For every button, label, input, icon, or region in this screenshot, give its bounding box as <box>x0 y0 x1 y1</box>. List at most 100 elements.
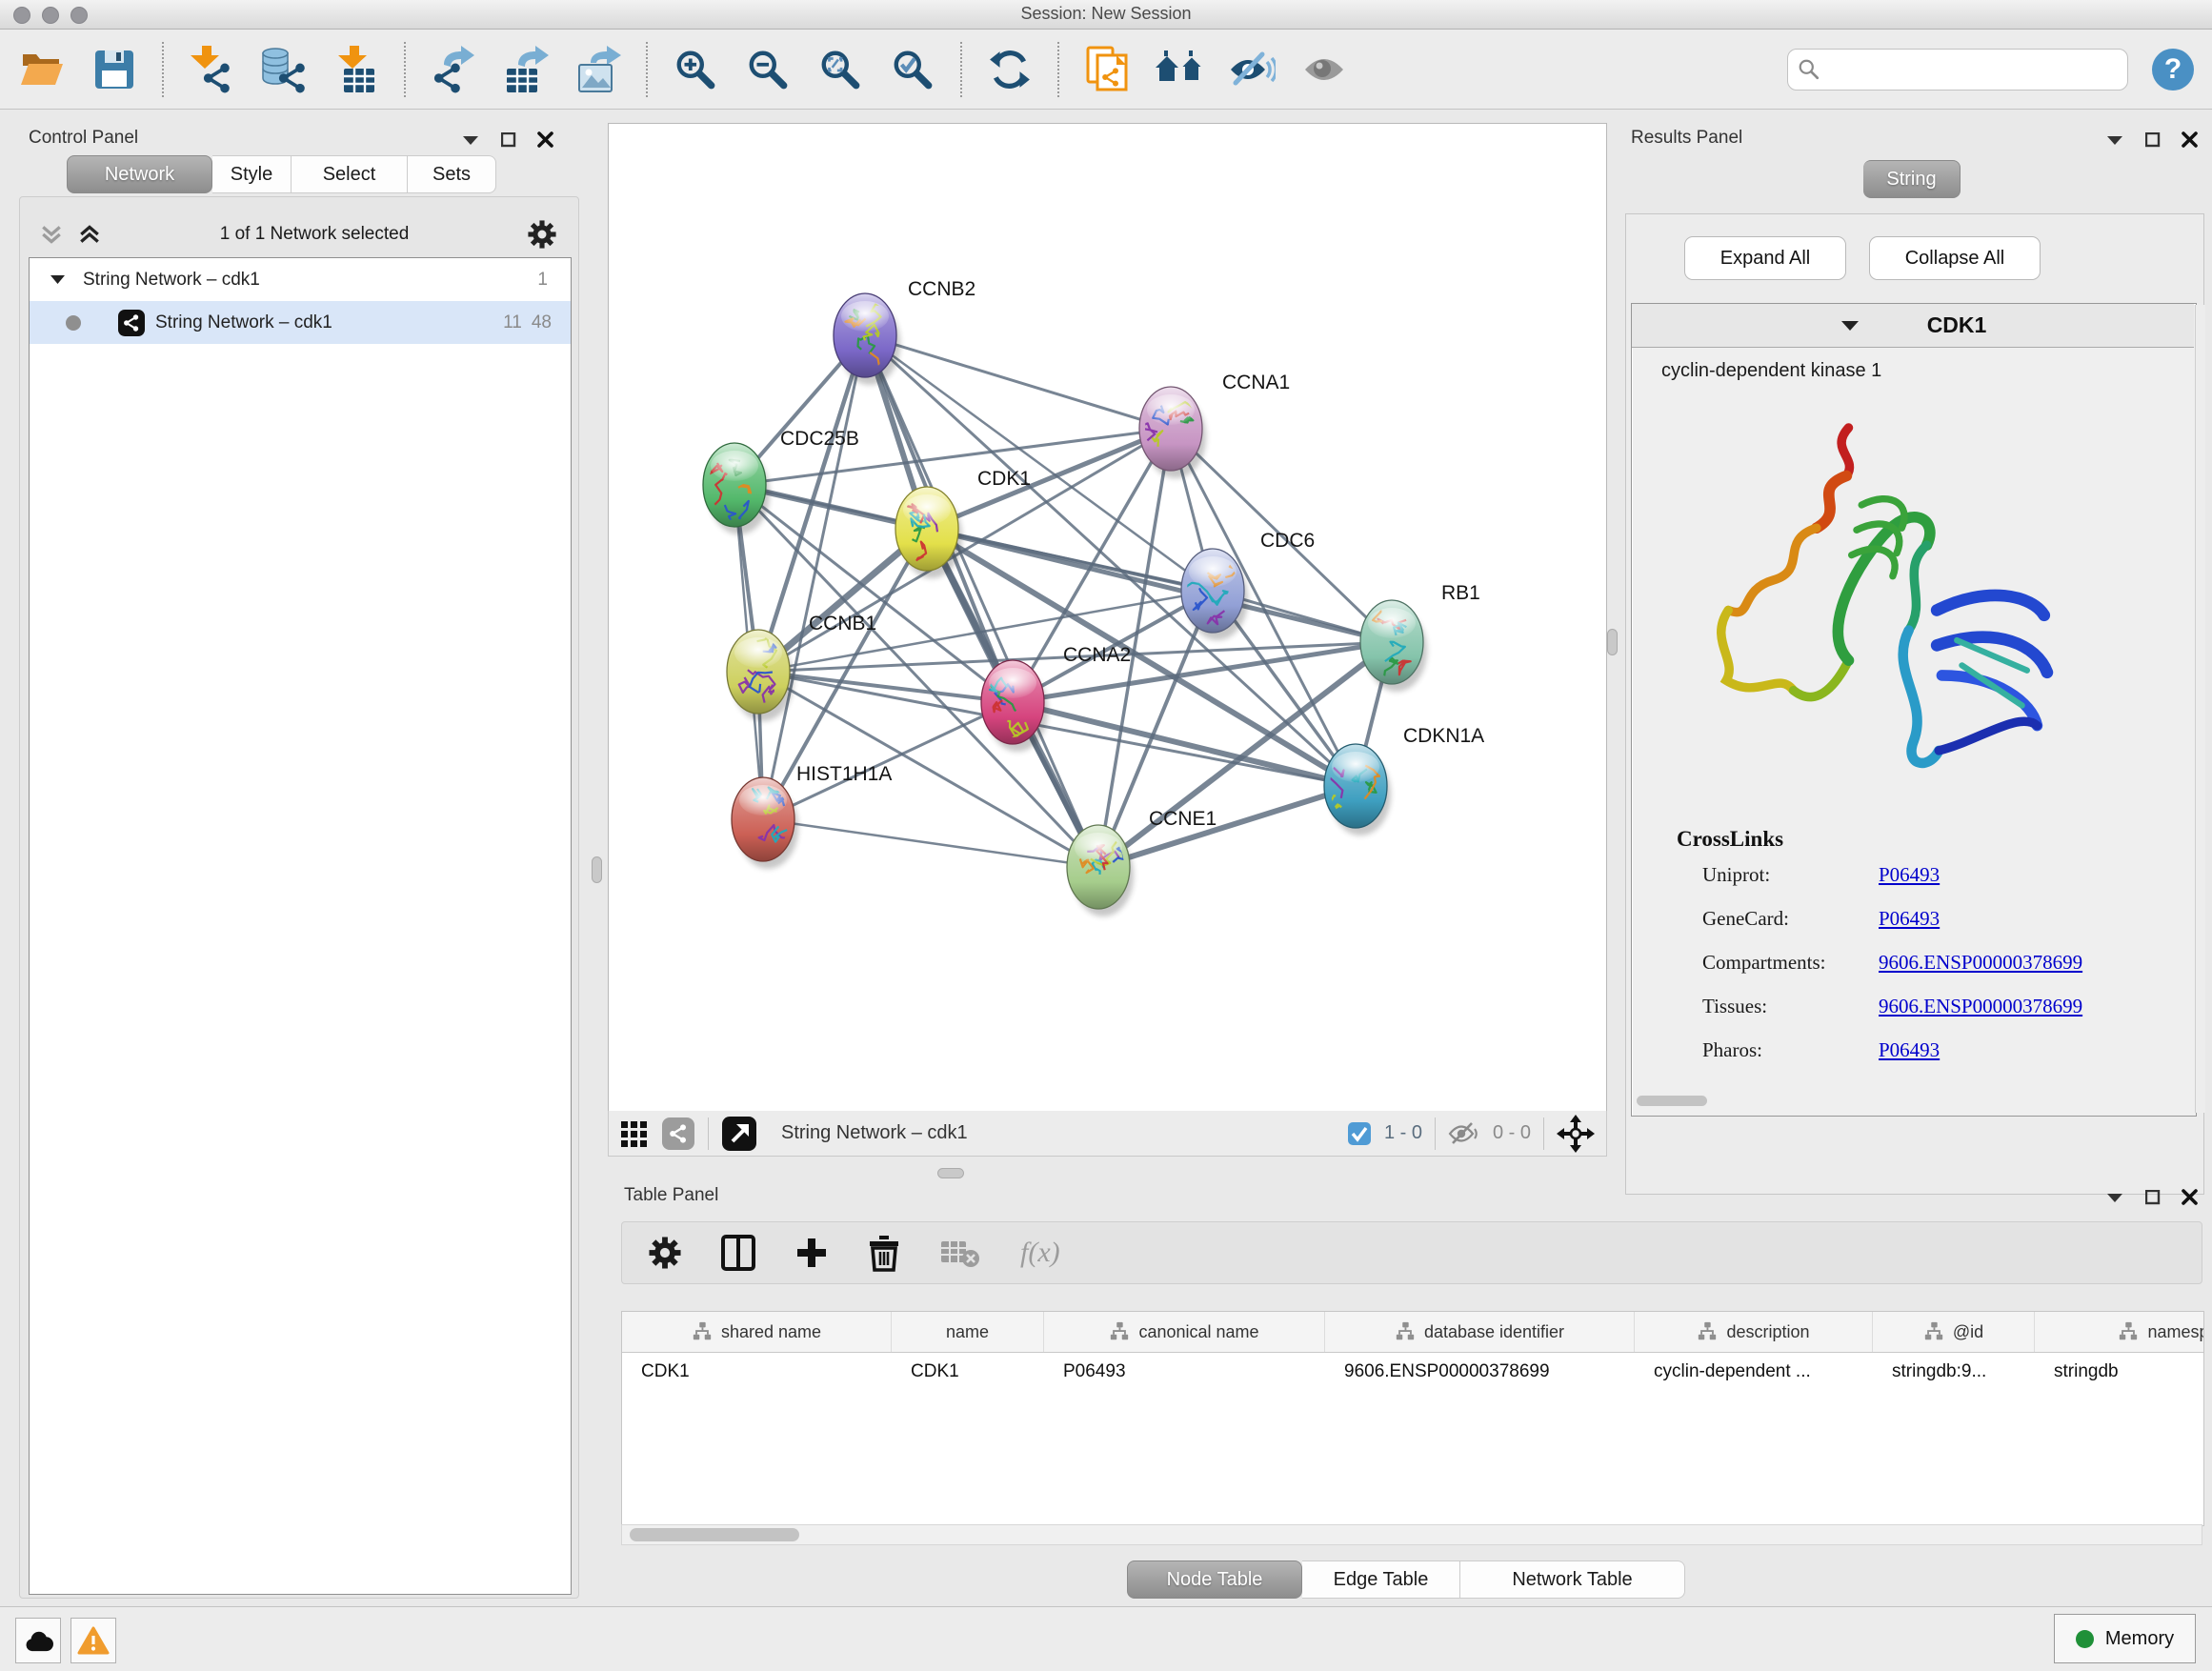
birds-eye-toggle-icon[interactable] <box>1557 1115 1595 1153</box>
network-canvas[interactable]: CCNB2CCNA1CDC25BCDK1CDC6RB1CCNB1CCNA2CDK… <box>608 123 1607 1112</box>
crosslink-link[interactable]: 9606.ENSP00000378699 <box>1879 995 2082 1018</box>
collapse-all-icon[interactable] <box>40 223 63 246</box>
cloud-status-button[interactable] <box>15 1618 61 1663</box>
collapse-entry-icon[interactable] <box>1840 318 1860 332</box>
help-icon[interactable]: ? <box>2151 45 2195 94</box>
tab-network-table[interactable]: Network Table <box>1460 1560 1685 1599</box>
column-header-namespace[interactable]: namespace <box>2035 1312 2204 1352</box>
table-cell[interactable]: CDK1 <box>892 1353 1044 1391</box>
panel-close-icon[interactable] <box>2182 1189 2198 1205</box>
column-header-shared-name[interactable]: shared name <box>622 1312 892 1352</box>
crosslink-link[interactable]: P06493 <box>1879 863 1940 887</box>
memory-button[interactable]: Memory <box>2054 1614 2196 1663</box>
network-node-ccne1[interactable]: CCNE1 <box>1067 808 1217 916</box>
show-all-eye-icon[interactable] <box>1299 45 1349 94</box>
right-splitter-handle[interactable] <box>1607 629 1618 655</box>
tab-network[interactable]: Network <box>67 155 212 193</box>
column-header-name[interactable]: name <box>892 1312 1044 1352</box>
network-node-cdkn1a[interactable]: CDKN1A <box>1317 725 1484 836</box>
save-session-icon[interactable] <box>90 45 139 94</box>
network-node-ccna1[interactable]: CCNA1 <box>1139 372 1290 478</box>
table-cell[interactable]: CDK1 <box>622 1353 892 1391</box>
panel-menu-icon[interactable] <box>461 133 480 147</box>
node-table[interactable]: shared namenamecanonical namedatabase id… <box>621 1311 2204 1526</box>
network-tree-root-row[interactable]: String Network – cdk1 1 <box>30 258 571 301</box>
node-result-name: CDK1 <box>1927 312 1987 338</box>
export-table-icon[interactable] <box>501 45 551 94</box>
panel-close-icon[interactable] <box>2182 131 2198 148</box>
crosslink-link[interactable]: P06493 <box>1879 1038 1940 1062</box>
hidden-eye-icon[interactable] <box>1448 1121 1480 1146</box>
expand-all-icon[interactable] <box>78 223 101 246</box>
node-result-header[interactable]: CDK1 <box>1632 304 2194 348</box>
function-builder-icon[interactable]: f(x) <box>1020 1237 1060 1269</box>
export-image-icon[interactable] <box>573 45 623 94</box>
selected-checkbox-icon[interactable] <box>1347 1121 1372 1146</box>
open-session-icon[interactable] <box>17 45 67 94</box>
delete-table-icon[interactable] <box>940 1238 980 1268</box>
import-network-file-icon[interactable] <box>187 45 236 94</box>
hide-selected-eye-icon[interactable] <box>1227 45 1277 94</box>
import-table-file-icon[interactable] <box>332 45 381 94</box>
fit-content-icon[interactable] <box>815 45 865 94</box>
search-input[interactable] <box>1828 58 2118 80</box>
refresh-icon[interactable] <box>985 45 1035 94</box>
open-view-icon[interactable] <box>721 1116 757 1152</box>
results-hscrollbar-thumb[interactable] <box>1637 1096 1707 1106</box>
copy-network-icon[interactable] <box>1082 45 1132 94</box>
tab-style[interactable]: Style <box>212 155 292 193</box>
panel-float-icon[interactable] <box>2145 1190 2161 1205</box>
panel-menu-icon[interactable] <box>2105 1191 2124 1204</box>
table-cell[interactable]: 9606.ENSP00000378699 <box>1325 1353 1635 1391</box>
warnings-button[interactable] <box>70 1618 116 1663</box>
network-node-hist1h1a[interactable]: HIST1H1A <box>732 763 892 869</box>
import-network-database-icon[interactable] <box>259 45 309 94</box>
grid-view-icon[interactable] <box>620 1119 649 1148</box>
table-cell[interactable]: stringdb <box>2035 1353 2204 1391</box>
tab-sets[interactable]: Sets <box>408 155 496 193</box>
network-view-share-icon[interactable] <box>661 1117 695 1151</box>
crosslink-link[interactable]: 9606.ENSP00000378699 <box>1879 951 2082 975</box>
network-options-gear-icon[interactable] <box>528 220 556 249</box>
collapse-all-button[interactable]: Collapse All <box>1869 236 2041 280</box>
tree-expander-icon[interactable] <box>50 274 66 286</box>
network-node-rb1[interactable]: RB1 <box>1360 582 1480 692</box>
panel-close-icon[interactable] <box>537 131 553 148</box>
delete-column-icon[interactable] <box>868 1234 900 1272</box>
table-cell[interactable]: P06493 <box>1044 1353 1325 1391</box>
column-header-description[interactable]: description <box>1635 1312 1873 1352</box>
table-options-gear-icon[interactable] <box>649 1237 681 1269</box>
network-tree-child-row[interactable]: String Network – cdk1 11 48 <box>30 301 571 344</box>
network-tree: String Network – cdk1 1 String Network –… <box>29 257 572 1595</box>
create-column-icon[interactable] <box>795 1237 828 1269</box>
crosslink-link[interactable]: P06493 <box>1879 907 1940 931</box>
table-row[interactable]: CDK1CDK1P064939606.ENSP00000378699cyclin… <box>622 1353 2203 1391</box>
node-label: CCNA2 <box>1063 644 1131 666</box>
column-header-canonical-name[interactable]: canonical name <box>1044 1312 1325 1352</box>
network-node-ccnb2[interactable]: CCNB2 <box>834 278 975 385</box>
column-header-@id[interactable]: @id <box>1873 1312 2035 1352</box>
tab-edge-table[interactable]: Edge Table <box>1302 1560 1460 1599</box>
tab-node-table[interactable]: Node Table <box>1127 1560 1302 1599</box>
results-vscrollbar-track[interactable] <box>2195 305 2205 1113</box>
left-splitter-handle[interactable] <box>592 856 602 883</box>
zoom-out-icon[interactable] <box>743 45 793 94</box>
horizontal-splitter-handle[interactable] <box>937 1168 964 1178</box>
table-cell[interactable]: stringdb:9... <box>1873 1353 2035 1391</box>
panel-float-icon[interactable] <box>2145 132 2161 148</box>
zoom-in-icon[interactable] <box>671 45 720 94</box>
export-network-icon[interactable] <box>429 45 478 94</box>
table-hscrollbar-thumb[interactable] <box>630 1528 799 1541</box>
column-header-database-identifier[interactable]: database identifier <box>1325 1312 1635 1352</box>
table-hscrollbar-track[interactable] <box>621 1524 2202 1545</box>
expand-all-button[interactable]: Expand All <box>1684 236 1846 280</box>
tab-select[interactable]: Select <box>292 155 408 193</box>
panel-menu-icon[interactable] <box>2105 133 2124 147</box>
show-columns-icon[interactable] <box>721 1235 755 1271</box>
network-edge <box>763 819 1098 867</box>
zoom-selected-icon[interactable] <box>888 45 937 94</box>
first-neighbors-icon[interactable] <box>1155 45 1204 94</box>
tab-string[interactable]: String <box>1863 160 1961 198</box>
panel-float-icon[interactable] <box>501 132 516 148</box>
table-cell[interactable]: cyclin-dependent ... <box>1635 1353 1873 1391</box>
